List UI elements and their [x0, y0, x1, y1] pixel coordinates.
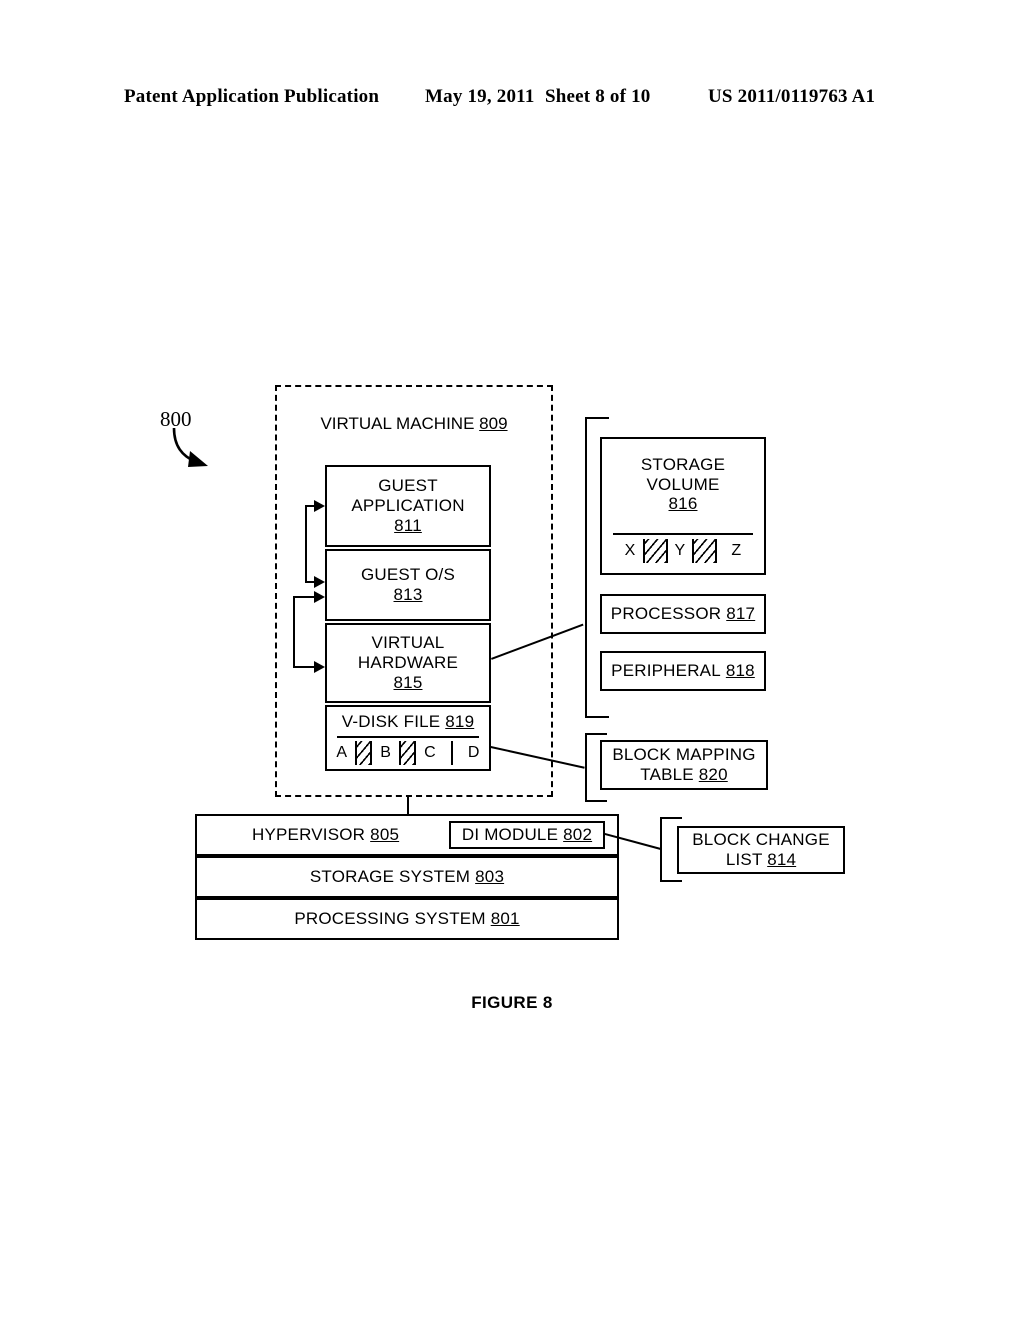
block-change-line2: LIST 814 — [726, 850, 796, 870]
processor-label: PROCESSOR — [610, 604, 722, 624]
block-mapping-line2: TABLE 820 — [640, 765, 728, 785]
di-module-label: DI MODULE — [461, 825, 559, 845]
block-mapping-line2-text: TABLE — [640, 765, 694, 784]
virtual-machine-title: VIRTUAL MACHINE 809 — [275, 414, 553, 434]
hardware-bracket-top — [585, 417, 609, 419]
guest-application-ref: 811 — [394, 515, 422, 535]
vdisk-block-b: B — [380, 743, 392, 761]
block-change-list-box[interactable]: BLOCK CHANGE LIST 814 — [677, 826, 845, 874]
di-module-box[interactable]: DI MODULE 802 — [449, 821, 605, 849]
virtual-hardware-ref: 815 — [393, 672, 423, 692]
processing-system-ref: 801 — [490, 909, 520, 929]
hardware-bracket-bottom — [585, 716, 609, 718]
processor-box[interactable]: PROCESSOR 817 — [600, 594, 766, 634]
guest-application-line1: GUEST — [378, 476, 438, 496]
block-change-bracket-top — [660, 817, 682, 819]
guest-os-box[interactable]: GUEST O/S 813 — [325, 549, 491, 621]
header-patent-number: US 2011/0119763 A1 — [708, 86, 876, 107]
vdisk-block-c: C — [424, 743, 436, 761]
virtual-hardware-line1: VIRTUAL — [371, 633, 445, 653]
block-change-bracket-bottom — [660, 880, 682, 882]
hypervisor-ref: 805 — [370, 825, 400, 845]
storage-block-y: Y — [674, 541, 686, 559]
processor-ref: 817 — [726, 604, 756, 624]
storage-volume-divider — [613, 533, 753, 535]
page-header: Patent Application Publication May 19, 2… — [0, 86, 1024, 114]
connector-os-arrowhead-1 — [314, 576, 325, 588]
header-sheet-number: Sheet 8 of 10 — [545, 86, 651, 107]
vdisk-hatch-separator-1 — [355, 741, 373, 765]
connector-os-hw-vertical — [293, 597, 295, 667]
guest-application-line2: APPLICATION — [351, 496, 465, 516]
hypervisor-label: HYPERVISOR — [252, 825, 366, 845]
vdisk-file-block-strip: A B C D — [327, 740, 489, 766]
guest-os-ref: 813 — [393, 585, 423, 604]
vdisk-hatch-separator-2 — [399, 741, 417, 765]
header-date: May 19, 2011 — [425, 86, 535, 107]
header-publication: Patent Application Publication — [124, 86, 380, 107]
block-change-line1: BLOCK CHANGE — [692, 830, 830, 850]
virtual-machine-ref: 809 — [479, 414, 508, 433]
vdisk-block-a: A — [336, 743, 348, 761]
vdisk-plain-separator — [450, 741, 453, 765]
block-change-ref: 814 — [767, 850, 797, 869]
storage-volume-ref: 816 — [668, 494, 698, 514]
virtual-hardware-line2: HARDWARE — [357, 653, 459, 673]
di-module-ref: 802 — [563, 825, 593, 845]
block-mapping-ref: 820 — [698, 765, 728, 784]
peripheral-label: PERIPHERAL — [611, 661, 721, 681]
block-mapping-line1: BLOCK MAPPING — [612, 745, 756, 765]
virtual-machine-title-text: VIRTUAL MACHINE — [320, 414, 475, 433]
peripheral-box[interactable]: PERIPHERAL 818 — [600, 651, 766, 691]
processing-system-label: PROCESSING SYSTEM — [294, 909, 486, 929]
connector-hw-arrowhead — [314, 661, 325, 673]
vdisk-file-box[interactable]: V-DISK FILE 819 A B C D — [325, 705, 491, 771]
vdisk-file-label: V-DISK FILE — [341, 712, 441, 731]
block-change-line2-text: LIST — [725, 850, 763, 869]
vdisk-file-divider — [337, 736, 479, 738]
vdisk-file-ref: 819 — [445, 712, 475, 731]
connector-app-arrowhead — [314, 500, 325, 512]
virtual-hardware-box[interactable]: VIRTUAL HARDWARE 815 — [325, 623, 491, 703]
connector-vm-to-hypervisor — [407, 797, 409, 814]
processing-system-box[interactable]: PROCESSING SYSTEM 801 — [195, 898, 619, 940]
storage-hatch-separator-2 — [692, 539, 718, 563]
connector-app-os-vertical — [305, 506, 307, 582]
block-mapping-table-box[interactable]: BLOCK MAPPING TABLE 820 — [600, 740, 768, 790]
peripheral-ref: 818 — [725, 661, 755, 681]
hardware-bracket-vertical — [585, 418, 587, 718]
figure-caption: FIGURE 8 — [471, 993, 553, 1012]
guest-application-box[interactable]: GUEST APPLICATION 811 — [325, 465, 491, 547]
system-reference-arrow-icon — [172, 427, 208, 467]
storage-block-z: Z — [731, 541, 742, 559]
vdisk-block-d: D — [467, 743, 480, 761]
storage-volume-box[interactable]: STORAGE VOLUME 816 X Y Z — [600, 437, 766, 575]
connector-os-arrowhead-2 — [314, 591, 325, 603]
storage-block-x: X — [624, 541, 636, 559]
storage-volume-block-strip: X Y Z — [602, 538, 764, 564]
block-mapping-bracket-vertical — [585, 734, 587, 802]
guest-os-label: GUEST O/S — [360, 565, 456, 585]
storage-hatch-separator-1 — [642, 539, 668, 563]
storage-volume-line1: STORAGE — [640, 455, 726, 474]
block-mapping-bracket-top — [585, 733, 607, 735]
storage-volume-line2: VOLUME — [646, 474, 720, 494]
vdisk-file-heading: V-DISK FILE 819 — [342, 712, 474, 732]
block-mapping-bracket-bottom — [585, 800, 607, 802]
storage-system-box[interactable]: STORAGE SYSTEM 803 — [195, 856, 619, 898]
storage-system-ref: 803 — [475, 867, 505, 887]
storage-system-label: STORAGE SYSTEM — [309, 867, 471, 887]
